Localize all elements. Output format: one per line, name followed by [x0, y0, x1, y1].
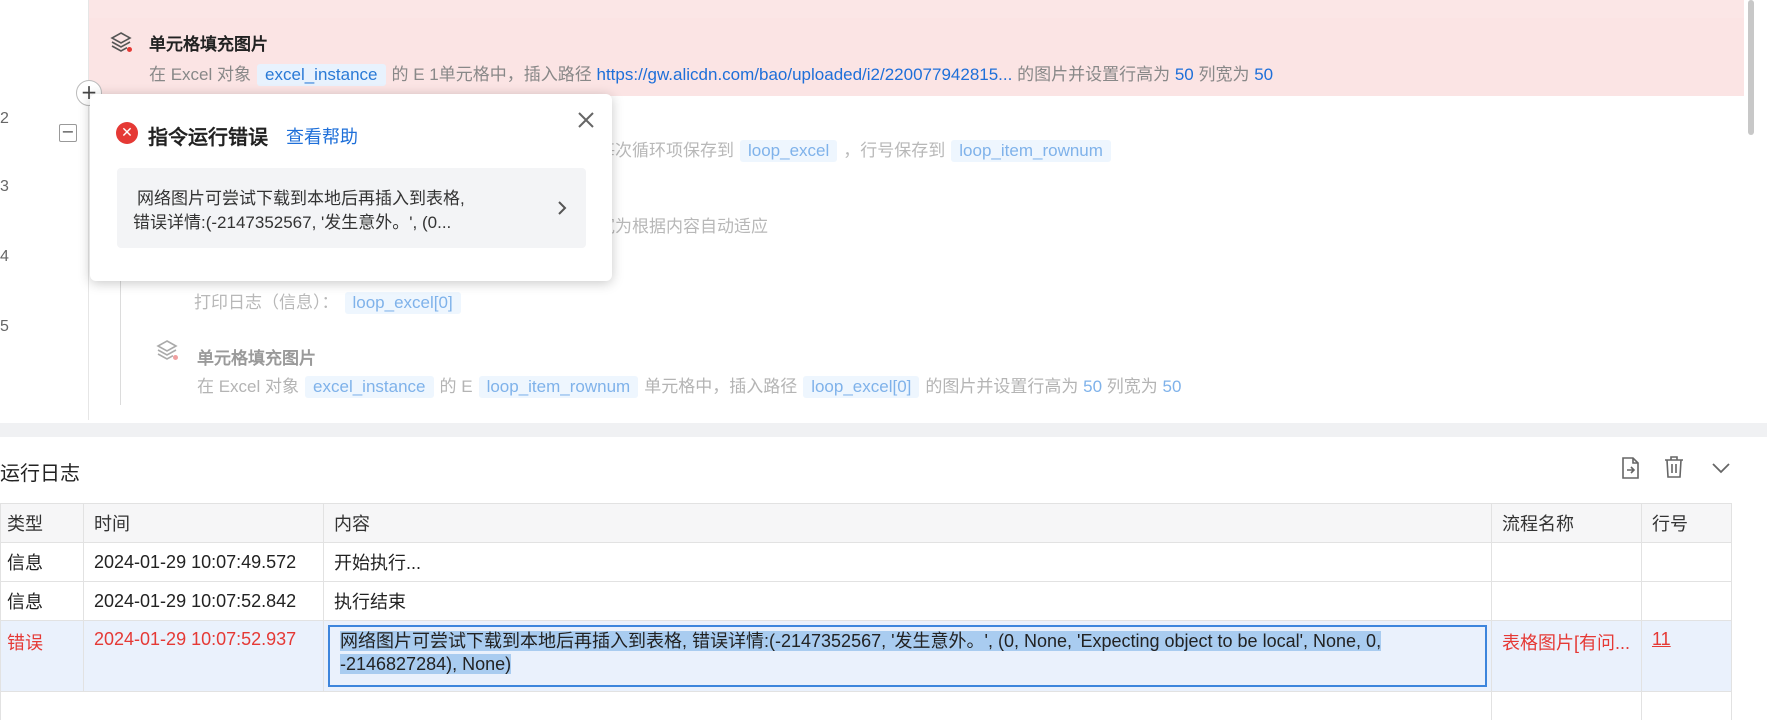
step-description: 在 Excel 对象 excel_instance 的 E loop_item_row…: [197, 372, 1181, 398]
col-width-value: 50: [1254, 65, 1274, 84]
step-active-fill-image[interactable]: 单元格填充图片 在 Excel 对象 excel_instance 的 E 1单元格…: [89, 18, 1744, 96]
cell-line: [1641, 581, 1732, 621]
desc-text: 在 Excel 对象: [149, 65, 252, 84]
desc-text: 单元格中，插入路径: [644, 377, 798, 396]
column-separator: [1731, 667, 1732, 720]
variable-chip: loop_excel[0]: [803, 376, 920, 398]
layers-icon: [156, 340, 178, 360]
autofit-step-description: 宽为根据内容自动适应: [598, 217, 768, 236]
table-row[interactable]: 信息 2024-01-29 10:07:52.842 执行结束: [0, 581, 1732, 621]
variable-chip: loop_excel: [740, 140, 838, 162]
log-step-description: 打印日志（信息）： loop_excel[0]: [194, 288, 467, 314]
line-number: 4: [0, 248, 9, 265]
variable-chip: loop_excel[0]: [344, 292, 461, 314]
error-message-box[interactable]: 网络图片可尝试下载到本地后再插入到表格, 错误详情:(-2147352567, …: [117, 168, 586, 248]
cell-type: 信息: [0, 542, 84, 582]
cell-line: [1641, 542, 1732, 582]
line-number: 3: [0, 178, 9, 195]
line-number: 5: [0, 318, 9, 335]
cell-flow: [1491, 581, 1642, 621]
table-row[interactable]: 信息 2024-01-29 10:07:49.572 开始执行...: [0, 542, 1732, 582]
chevron-right-icon: [558, 201, 567, 215]
desc-text: 在 Excel 对象: [197, 377, 300, 396]
variable-chip: loop_item_rownum: [951, 140, 1111, 162]
column-header-content[interactable]: 内容: [323, 503, 1492, 543]
column-separator: [1641, 667, 1642, 720]
table-header-row: 类型 时间 内容 流程名称 行号: [0, 503, 1732, 543]
layers-icon: [110, 32, 132, 52]
desc-text: 列宽为: [1198, 65, 1250, 84]
step-title: 单元格填充图片: [197, 349, 316, 368]
close-icon[interactable]: [574, 110, 598, 134]
log-panel-title: 运行日志: [0, 463, 80, 485]
table-empty-area: [0, 667, 1732, 720]
collapse-toggle[interactable]: −: [59, 124, 77, 142]
desc-text: 的 E 1单元格中，插入路径: [391, 65, 592, 84]
column-header-flow[interactable]: 流程名称: [1491, 503, 1642, 543]
error-popup: ✕ 指令运行错误 查看帮助 网络图片可尝试下载到本地后再插入到表格, 错误详情:…: [90, 94, 612, 281]
step-row-previous[interactable]: [89, 0, 1744, 18]
minus-icon: −: [61, 122, 75, 141]
desc-text: 的图片并设置行高为: [1017, 65, 1171, 84]
desc-text: 打印日志（信息）：: [194, 293, 339, 312]
line-number: 2: [0, 110, 9, 127]
step-description: 在 Excel 对象 excel_instance 的 E 1单元格中，插入路径 h…: [149, 60, 1273, 86]
help-link[interactable]: 查看帮助: [286, 123, 358, 149]
editor-scrollbar[interactable]: [1748, 0, 1754, 135]
cell-type: 信息: [0, 581, 84, 621]
log-panel: 运行日志 类型 时间 内容 流程名称 行号 信息 2024-01-29 10:0…: [0, 437, 1767, 720]
desc-text: 的 E: [439, 377, 473, 396]
loop-guide-line: [120, 270, 121, 405]
column-header-line[interactable]: 行号: [1641, 503, 1732, 543]
column-separator: [1491, 667, 1492, 720]
column-header-time[interactable]: 时间: [83, 503, 324, 543]
desc-text: 每次循环项保存到: [598, 141, 734, 160]
row-height-value: 50: [1083, 377, 1103, 396]
panel-divider[interactable]: [0, 423, 1767, 437]
popup-title: 指令运行错误: [148, 127, 268, 149]
col-width-value: 50: [1162, 377, 1182, 396]
error-circle-icon: ✕: [116, 122, 138, 144]
error-message-line: 网络图片可尝试下载到本地后再插入到表格,: [137, 189, 465, 208]
cell-flow: [1491, 542, 1642, 582]
cell-content: 执行结束: [323, 581, 1492, 621]
desc-text: 列宽为: [1106, 377, 1158, 396]
image-url-link[interactable]: https://gw.alicdn.com/bao/uploaded/i2/22…: [596, 65, 1012, 84]
variable-chip: loop_item_rownum: [478, 376, 639, 398]
chevron-down-icon[interactable]: [1708, 455, 1734, 481]
desc-text: ，行号保存到: [843, 141, 946, 160]
log-table: 类型 时间 内容 流程名称 行号 信息 2024-01-29 10:07:49.…: [0, 503, 1732, 692]
cell-content: 开始执行...: [323, 542, 1492, 582]
column-header-type[interactable]: 类型: [0, 503, 84, 543]
cell-time: 2024-01-29 10:07:52.842: [83, 581, 324, 621]
variable-chip: excel_instance: [305, 376, 434, 398]
cell-time: 2024-01-29 10:07:49.572: [83, 542, 324, 582]
trash-icon[interactable]: [1661, 454, 1687, 480]
error-content-line: 网络图片可尝试下载到本地后再插入到表格, 错误详情:(-2147352567, …: [340, 631, 1382, 651]
row-height-value: 50: [1174, 65, 1194, 84]
app-root: 2 3 4 5 − 单元格填充图片 在 Excel 对象 excel_instan…: [0, 0, 1767, 720]
desc-text: 的图片并设置行高为: [925, 377, 1079, 396]
variable-chip: excel_instance: [257, 64, 386, 86]
error-message-line: 错误详情:(-2147352567, '发生意外。', (0...: [133, 213, 452, 232]
loop-step-description: 每次循环项保存到 loop_excel ，行号保存到 loop_item_rownum: [598, 136, 1117, 162]
step-title: 单元格填充图片: [149, 35, 268, 54]
export-icon[interactable]: [1617, 455, 1643, 481]
